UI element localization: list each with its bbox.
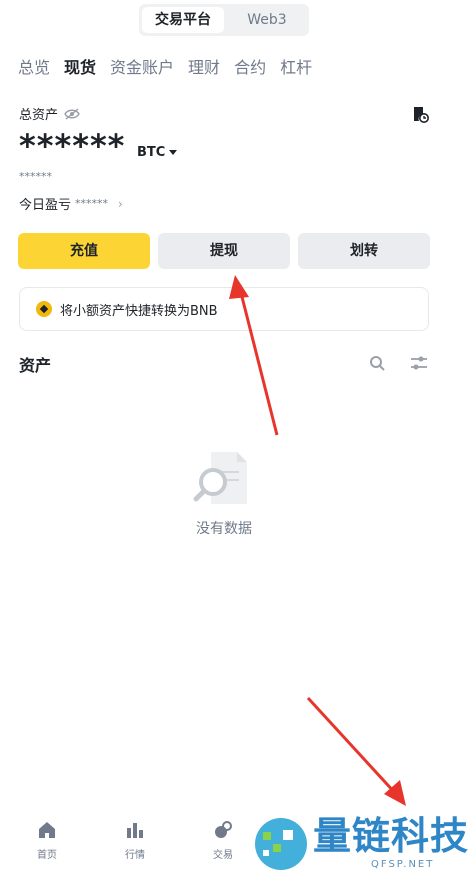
nav-home[interactable]: 首页 xyxy=(17,820,77,861)
filter-settings-icon[interactable] xyxy=(410,355,428,371)
nav-market-label: 行情 xyxy=(125,850,145,861)
nav-home-label: 首页 xyxy=(37,850,57,861)
assets-section-title: 资产 xyxy=(19,356,52,375)
eye-hidden-icon[interactable] xyxy=(64,107,80,120)
nav-market[interactable]: 行情 xyxy=(105,820,165,861)
watermark-logo-icon xyxy=(255,818,307,870)
tab-overview[interactable]: 总览 xyxy=(18,56,50,80)
tab-funding[interactable]: 资金账户 xyxy=(110,56,174,80)
currency-label: BTC xyxy=(137,145,166,160)
bnb-icon xyxy=(36,301,52,317)
total-balance: ****** xyxy=(19,127,126,165)
today-pnl-label: 今日盈亏 xyxy=(19,198,72,213)
tab-spot[interactable]: 现货 xyxy=(64,56,96,80)
caret-down-icon xyxy=(169,150,178,155)
nav-trade-label: 交易 xyxy=(213,850,233,861)
currency-selector[interactable]: BTC xyxy=(137,145,178,160)
account-tabs: 总览 现货 资金账户 理财 合约 杠杆 xyxy=(18,56,312,80)
tab-web3[interactable]: Web3 xyxy=(227,7,307,33)
tab-exchange-platform[interactable]: 交易平台 xyxy=(142,7,224,33)
platform-switch: 交易平台 Web3 xyxy=(139,4,309,36)
history-icon[interactable] xyxy=(411,105,429,123)
tab-futures[interactable]: 合约 xyxy=(234,56,266,80)
no-data-text: 没有数据 xyxy=(196,521,252,537)
nav-trade[interactable]: 交易 xyxy=(193,820,253,861)
watermark-title: 量链科技 xyxy=(313,814,470,858)
today-pnl-value: ****** xyxy=(75,197,109,210)
annotation-arrow-icon xyxy=(229,275,279,436)
tab-margin[interactable]: 杠杆 xyxy=(280,56,312,80)
watermark-sub: QFSP.NET xyxy=(371,859,435,870)
today-pnl[interactable]: 今日盈亏 ****** › xyxy=(19,194,123,214)
deposit-button[interactable]: 充值 xyxy=(18,233,150,269)
convert-to-bnb-text: 将小额资产快捷转换为BNB xyxy=(60,303,218,319)
balance-equivalent: ****** xyxy=(19,170,52,183)
chevron-right-icon: › xyxy=(118,196,123,211)
total-assets-header: 总资产 xyxy=(19,104,80,123)
search-icon[interactable] xyxy=(369,355,385,371)
trade-icon xyxy=(215,821,232,838)
no-data-icon xyxy=(193,452,247,504)
transfer-button[interactable]: 划转 xyxy=(298,233,430,269)
tab-earn[interactable]: 理财 xyxy=(188,56,220,80)
annotation-arrow-icon xyxy=(306,696,406,806)
withdraw-button[interactable]: 提现 xyxy=(158,233,290,269)
total-assets-label: 总资产 xyxy=(19,108,59,123)
bar-chart-icon xyxy=(127,823,143,838)
convert-to-bnb-banner[interactable]: 将小额资产快捷转换为BNB xyxy=(19,287,429,331)
home-icon xyxy=(39,822,55,838)
watermark-logo: 量链科技 QFSP.NET xyxy=(253,812,472,877)
